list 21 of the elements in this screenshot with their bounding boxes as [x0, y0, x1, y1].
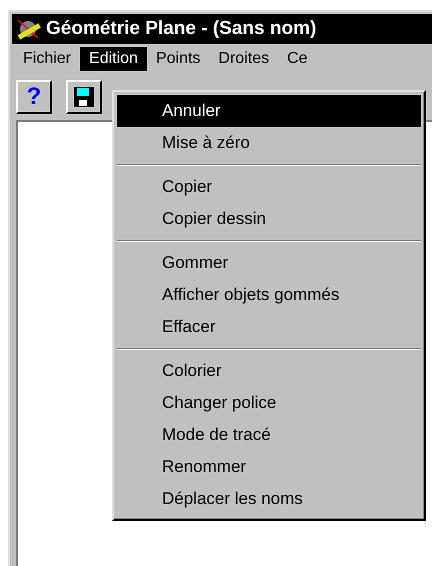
help-button[interactable]: ? [16, 80, 52, 114]
menu-item[interactable]: Afficher objets gommés [117, 279, 421, 311]
menu-item[interactable]: Gommer [117, 247, 421, 279]
menu-bar-item[interactable]: Fichier [14, 47, 80, 71]
menu-bar-item[interactable]: Points [146, 47, 210, 71]
menu-bar-item[interactable]: Droites [209, 47, 278, 71]
menu-item[interactable]: Colorier [117, 355, 421, 387]
menu-item[interactable]: Déplacer les noms [117, 483, 421, 515]
menu-item[interactable]: Effacer [117, 311, 421, 343]
save-button[interactable] [66, 80, 102, 114]
menu-item[interactable]: Renommer [117, 451, 421, 483]
menu-item[interactable]: Copier [117, 171, 421, 203]
menu-item[interactable]: Annuler [117, 95, 421, 127]
menu-item[interactable]: Changer police [117, 387, 421, 419]
menu-bar-item[interactable]: Edition [80, 47, 147, 71]
menu-bar-item[interactable]: Ce [278, 47, 317, 71]
window-title: Géométrie Plane - (Sans nom) [46, 18, 316, 40]
menu-item[interactable]: Mode de tracé [117, 419, 421, 451]
menu-item[interactable]: Copier dessin [117, 203, 421, 235]
ruler-compass-icon [16, 18, 42, 40]
menu-item[interactable]: Mise à zéro [117, 127, 421, 159]
